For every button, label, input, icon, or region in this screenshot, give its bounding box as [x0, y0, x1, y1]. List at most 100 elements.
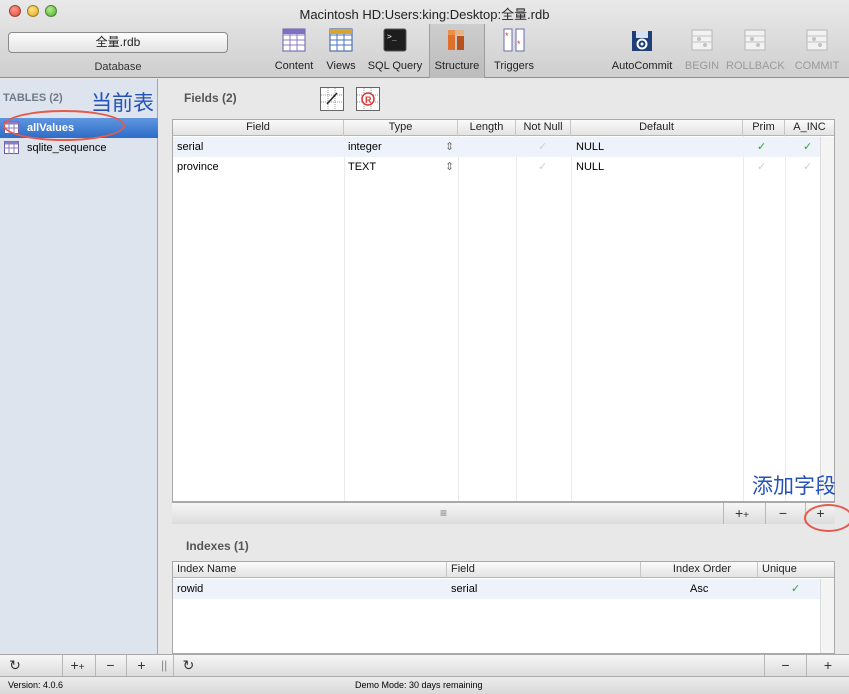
remove-field-button[interactable]: −	[765, 503, 800, 524]
demo-mode-text: Demo Mode: 30 days remaining	[355, 680, 483, 690]
begin-label: BEGIN	[684, 60, 720, 72]
column-header-prim[interactable]: Prim	[743, 120, 785, 136]
structure-button[interactable]: Structure	[431, 27, 483, 75]
field-name-cell[interactable]: serial	[177, 137, 203, 157]
column-divider	[516, 136, 517, 501]
content-button[interactable]: Content	[271, 27, 317, 75]
split-handle-icon[interactable]: ≡	[440, 506, 447, 520]
column-divider	[458, 136, 459, 501]
remove-table-button[interactable]: −	[95, 655, 125, 676]
field-type-cell[interactable]: integer	[348, 137, 382, 157]
views-button[interactable]: Views	[322, 27, 360, 75]
content-label: Content	[274, 60, 314, 72]
not-null-checkbox[interactable]: ✓	[538, 137, 547, 157]
autocommit-icon	[632, 31, 652, 51]
column-header-field[interactable]: Field	[447, 562, 641, 578]
rollback-button[interactable]: ROLLBACK	[726, 27, 785, 75]
views-icon	[329, 28, 353, 52]
rollback-icon	[744, 29, 766, 51]
field-name-cell[interactable]: province	[177, 157, 219, 177]
commit-button[interactable]: COMMIT	[793, 27, 841, 75]
index-field-cell[interactable]: serial	[451, 579, 477, 599]
sidebar-item-sqlite-sequence[interactable]: sqlite_sequence	[0, 138, 158, 158]
fields-title: Fields (2)	[184, 91, 237, 105]
default-cell[interactable]: NULL	[576, 137, 604, 157]
content-icon	[282, 28, 306, 52]
column-header-a-inc[interactable]: A_INC	[785, 120, 834, 136]
tables-sidebar: TABLES (2) 当前表 allValues sqlite_sequence	[0, 79, 158, 654]
prim-checkbox[interactable]: ✓	[757, 157, 766, 177]
database-selector[interactable]: 全量.rdb	[8, 32, 228, 53]
refresh-indexes-button[interactable]: ↻	[173, 655, 203, 676]
structure-panel: Fields (2) R Field Type Length Not Null …	[159, 79, 849, 654]
table-row[interactable]: rowid serial Asc ✓	[173, 579, 834, 599]
a-inc-checkbox[interactable]: ✓	[803, 137, 812, 157]
vertical-scrollbar[interactable]	[820, 137, 834, 501]
unique-checkbox[interactable]: ✓	[791, 579, 800, 599]
svg-text:*: *	[505, 31, 509, 41]
not-null-checkbox[interactable]: ✓	[538, 157, 547, 177]
type-stepper-icon[interactable]: ⇕	[445, 157, 454, 177]
autocommit-button[interactable]: AutoCommit	[606, 27, 678, 75]
sql-query-label: SQL Query	[367, 60, 423, 72]
vertical-scrollbar[interactable]	[820, 579, 834, 653]
column-divider	[743, 136, 744, 501]
edit-table-icon[interactable]	[320, 87, 344, 111]
window-bottom-bar: ↻ ++ − + || ↻ − +	[0, 654, 849, 676]
field-type-cell[interactable]: TEXT	[348, 157, 376, 177]
commit-label: COMMIT	[794, 60, 840, 72]
column-header-index-order[interactable]: Index Order	[641, 562, 758, 578]
window-toolbar: Macintosh HD:Users:king:Desktop:全量.rdb 全…	[0, 0, 849, 78]
commit-icon	[806, 29, 828, 51]
triggers-button[interactable]: * * Triggers	[490, 27, 538, 75]
duplicate-table-button[interactable]: ++	[62, 655, 92, 676]
indexes-table[interactable]: Index Name Field Index Order Unique rowi…	[172, 561, 835, 654]
table-name: sqlite_sequence	[27, 142, 107, 154]
add-table-button[interactable]: +	[126, 655, 156, 676]
column-header-field[interactable]: Field	[173, 120, 344, 136]
prim-checkbox[interactable]: ✓	[757, 137, 766, 157]
annotation-circle	[3, 110, 125, 141]
rename-table-icon[interactable]: R	[356, 87, 380, 111]
column-header-not-null[interactable]: Not Null	[516, 120, 571, 136]
column-header-default[interactable]: Default	[571, 120, 743, 136]
column-header-length[interactable]: Length	[458, 120, 516, 136]
table-icon	[4, 141, 19, 154]
svg-text:>_: >_	[387, 32, 397, 41]
default-cell[interactable]: NULL	[576, 157, 604, 177]
fields-table[interactable]: Field Type Length Not Null Default Prim …	[172, 119, 835, 502]
column-divider	[785, 136, 786, 501]
structure-label: Structure	[434, 60, 480, 72]
autocommit-label: AutoCommit	[611, 60, 673, 72]
type-stepper-icon[interactable]: ⇕	[445, 137, 454, 157]
sidebar-resize-handle[interactable]: ||	[161, 658, 167, 672]
version-text: Version: 4.0.6	[8, 680, 64, 690]
structure-icon	[448, 30, 464, 50]
table-row[interactable]: province TEXT ⇕ ✓ NULL ✓ ✓	[173, 157, 834, 177]
add-index-button[interactable]: +	[806, 655, 849, 676]
column-header-unique[interactable]: Unique	[758, 562, 834, 578]
remove-index-button[interactable]: −	[764, 655, 806, 676]
triggers-icon: **	[503, 28, 525, 52]
column-divider	[344, 136, 345, 501]
indexes-header: Index Name Field Index Order Unique	[173, 562, 834, 578]
column-divider	[571, 136, 572, 501]
triggers-label: Triggers	[494, 60, 534, 72]
index-order-cell[interactable]: Asc	[690, 579, 708, 599]
database-label: Database	[94, 61, 142, 73]
indexes-title: Indexes (1)	[186, 539, 249, 553]
column-header-type[interactable]: Type	[344, 120, 458, 136]
column-header-index-name[interactable]: Index Name	[173, 562, 447, 578]
rollback-label: ROLLBACK	[726, 60, 785, 72]
a-inc-checkbox[interactable]: ✓	[803, 157, 812, 177]
svg-text:*: *	[517, 39, 521, 49]
tables-header: TABLES (2)	[3, 92, 63, 104]
window-title: Macintosh HD:Users:king:Desktop:全量.rdb	[299, 7, 550, 22]
sql-query-button[interactable]: >_ SQL Query	[364, 27, 426, 75]
begin-button[interactable]: BEGIN	[683, 27, 721, 75]
index-name-cell[interactable]: rowid	[177, 579, 203, 599]
table-row[interactable]: serial integer ⇕ ✓ NULL ✓ ✓	[173, 137, 834, 157]
svg-text:R: R	[365, 95, 372, 105]
duplicate-field-button[interactable]: ++	[723, 503, 760, 524]
refresh-tables-button[interactable]: ↻	[0, 655, 30, 676]
